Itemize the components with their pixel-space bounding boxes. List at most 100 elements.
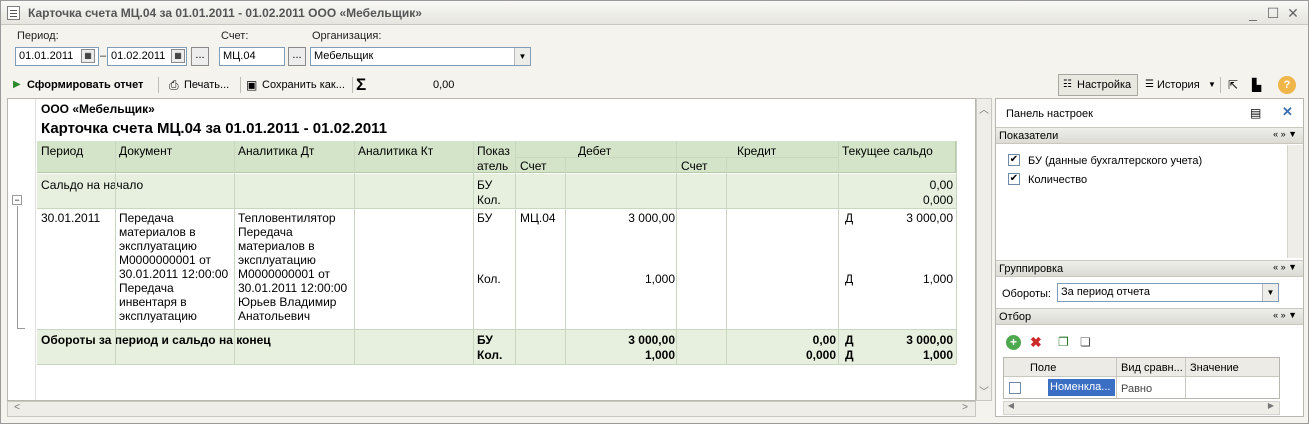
filter-hscrollbar[interactable]: ◀ ▶ xyxy=(1003,401,1280,415)
calendar-icon[interactable]: ▦ xyxy=(81,49,95,63)
grid-line xyxy=(234,141,235,364)
toolbar-separator xyxy=(240,77,241,93)
report-window: Карточка счета МЦ.04 за 01.01.2011 - 01.… xyxy=(0,0,1309,424)
add-icon[interactable]: + xyxy=(1006,335,1021,350)
checkbox-quantity[interactable]: ✔ xyxy=(1008,173,1020,185)
maximize-button[interactable]: ☐ xyxy=(1264,4,1282,22)
generate-report-button[interactable]: Сформировать отчет xyxy=(27,75,143,95)
period-select-button[interactable]: ... xyxy=(191,47,209,66)
doc-line: Передача xyxy=(119,281,174,295)
settings-icon: ☷ xyxy=(1063,79,1072,90)
grid-line xyxy=(37,329,956,330)
totals-credit-qty: 0,000 xyxy=(805,348,836,362)
horizontal-scrollbar[interactable]: < > xyxy=(7,401,976,417)
filter-col-compare: Вид сравн... xyxy=(1121,362,1183,374)
delete-icon[interactable]: ✖ xyxy=(1030,335,1042,349)
history-icon: ☰ xyxy=(1145,79,1154,90)
indicators-scrollbar[interactable] xyxy=(1287,145,1303,258)
chevron-down-icon[interactable]: ▼ xyxy=(514,48,530,65)
row-ind-bu: БУ xyxy=(477,211,493,225)
organization-select[interactable]: Мебельщик ▼ xyxy=(310,47,531,66)
checkbox-bu[interactable]: ✔ xyxy=(1008,154,1020,166)
scroll-left-icon[interactable]: < xyxy=(10,402,24,413)
sum-sigma-icon[interactable]: Σ xyxy=(356,75,366,95)
section-controls-icon[interactable]: « » ▼ xyxy=(1273,262,1297,272)
turnovers-value: За период отчета xyxy=(1061,286,1150,298)
close-button[interactable]: ✕ xyxy=(1284,4,1302,22)
analytics-line: Анатольевич xyxy=(238,309,311,323)
col-balance: Текущее сальдо xyxy=(842,144,933,158)
col-analytics-dt: Аналитика Дт xyxy=(238,144,315,158)
print-button[interactable]: Печать... xyxy=(184,75,229,95)
scroll-up-icon[interactable]: ︿ xyxy=(977,101,991,116)
totals-balance-bu: 3 000,00 xyxy=(906,333,953,347)
pin-icon[interactable]: ▙ xyxy=(1252,75,1261,95)
save-icon: ▣ xyxy=(246,78,258,92)
section-controls-icon[interactable]: « » ▼ xyxy=(1273,129,1297,139)
history-button[interactable]: История xyxy=(1157,75,1200,95)
totals-credit-bu: 0,00 xyxy=(812,333,836,347)
vertical-scrollbar[interactable]: ︿ ﹀ xyxy=(976,98,992,401)
grid-line xyxy=(838,141,839,364)
grid-line xyxy=(354,141,355,364)
filter-title: Отбор xyxy=(999,311,1032,323)
account-select-button[interactable]: ... xyxy=(288,47,306,66)
filter-row-compare[interactable]: Равно xyxy=(1121,382,1152,396)
analytics-line: эксплуатацию xyxy=(238,253,316,267)
row-balance-side-qty: Д xyxy=(845,272,854,286)
group-condition-icon[interactable]: ❐ xyxy=(1058,335,1069,349)
scroll-down-icon[interactable]: ﹀ xyxy=(977,383,991,398)
grid-line xyxy=(473,141,474,364)
totals-label: Обороты за период и сальдо на конец xyxy=(41,333,271,347)
col-indicator: Показ xyxy=(477,144,510,158)
turnovers-select[interactable]: За период отчета ▼ xyxy=(1057,283,1279,302)
doc-line: Передача xyxy=(119,211,174,225)
chevron-down-icon[interactable]: ▼ xyxy=(1262,284,1278,301)
chevron-down-icon[interactable]: ▼ xyxy=(1208,75,1216,95)
row-document: Передача материалов в эксплуатацию М0000… xyxy=(119,211,228,323)
expand-icon[interactable]: ⇱ xyxy=(1228,75,1238,95)
filter-section-header[interactable]: Отбор « » ▼ xyxy=(996,308,1303,325)
row-balance-side-bu: Д xyxy=(845,211,854,225)
opening-ind-bu: БУ xyxy=(477,178,493,192)
collapse-group-icon[interactable]: − xyxy=(12,195,22,205)
indicator-bu-label: БУ (данные бухгалтерского учета) xyxy=(1028,155,1203,167)
row-debit-qty: 1,000 xyxy=(644,272,675,286)
analytics-line: Передача xyxy=(238,225,293,239)
indicators-section-header[interactable]: Показатели « » ▼ xyxy=(996,127,1303,144)
analytics-line: 30.01.2011 12:00:00 xyxy=(238,281,348,295)
sum-value: 0,00 xyxy=(433,79,455,91)
col-debit-account: Счет xyxy=(520,159,547,173)
scroll-left-icon[interactable]: ◀ xyxy=(1004,401,1018,410)
grid-line xyxy=(565,157,566,364)
settings-panel-title: Панель настроек xyxy=(1006,108,1093,120)
scroll-right-icon[interactable]: ▶ xyxy=(1264,401,1278,410)
save-as-button[interactable]: Сохранить как... xyxy=(262,75,345,95)
help-icon[interactable]: ? xyxy=(1278,76,1296,94)
close-icon[interactable]: ✕ xyxy=(1282,105,1293,119)
scroll-right-icon[interactable]: > xyxy=(958,402,972,413)
panel-layout-icon[interactable]: ▤ xyxy=(1250,106,1261,120)
account-input[interactable]: МЦ.04 xyxy=(219,47,285,66)
ungroup-condition-icon[interactable]: ❏ xyxy=(1080,335,1091,349)
filter-col-field: Поле xyxy=(1030,362,1057,374)
totals-debit-qty: 1,000 xyxy=(644,348,675,362)
filter-row-checkbox[interactable] xyxy=(1009,382,1021,394)
settings-label: Настройка xyxy=(1077,79,1132,91)
col-document: Документ xyxy=(119,144,173,158)
toolbar-separator xyxy=(352,77,353,93)
totals-ind-qty: Кол. xyxy=(477,348,503,362)
account-label: Счет: xyxy=(221,30,249,42)
doc-line: эксплуатацию xyxy=(119,239,197,253)
filter-row-field[interactable]: Номенкла... xyxy=(1048,379,1115,396)
printer-icon: ⎙ xyxy=(169,78,179,92)
opening-balance-bu: 0,00 xyxy=(929,178,953,192)
minimize-button[interactable]: _ xyxy=(1244,4,1262,22)
grid-line xyxy=(115,141,116,364)
calendar-icon[interactable]: ▦ xyxy=(171,49,185,63)
section-controls-icon[interactable]: « » ▼ xyxy=(1273,310,1297,320)
analytics-line: материалов в xyxy=(238,239,315,253)
grouping-section-header[interactable]: Группировка « » ▼ xyxy=(996,260,1303,277)
doc-line: 30.01.2011 12:00:00 xyxy=(119,267,229,281)
settings-button[interactable]: ☷ Настройка xyxy=(1058,74,1138,96)
